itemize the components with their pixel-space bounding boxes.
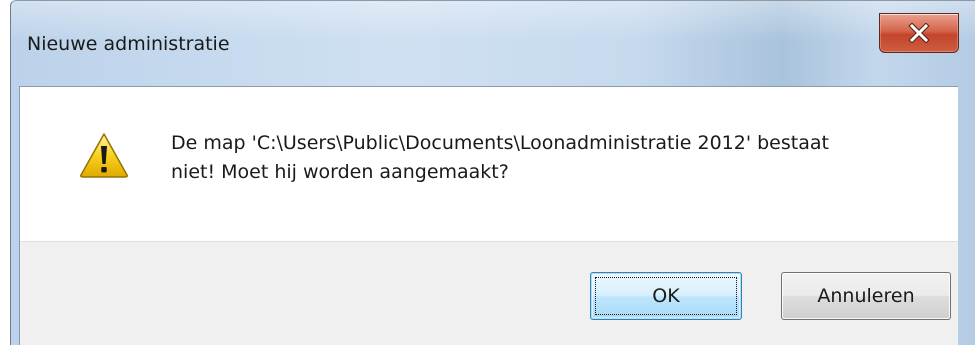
ok-button-label: OK xyxy=(652,285,680,307)
message-area: De map 'C:\Users\Public\Documents\Loonad… xyxy=(20,87,958,241)
message-text: De map 'C:\Users\Public\Documents\Loonad… xyxy=(171,129,931,187)
ok-button[interactable]: OK xyxy=(590,272,742,320)
cancel-button-label: Annuleren xyxy=(817,285,915,307)
message-line-2: niet! Moet hij worden aangemaakt? xyxy=(171,161,509,183)
title-bar[interactable]: Nieuwe administratie xyxy=(11,1,975,85)
close-icon xyxy=(880,14,958,52)
dialog-body: De map 'C:\Users\Public\Documents\Loonad… xyxy=(19,86,958,345)
window-title: Nieuwe administratie xyxy=(27,33,230,55)
warning-icon xyxy=(78,131,130,179)
cancel-button[interactable]: Annuleren xyxy=(781,272,951,320)
message-line-1: De map 'C:\Users\Public\Documents\Loonad… xyxy=(171,132,829,154)
dialog-window: Nieuwe administratie De map 'C:\Users\Pu… xyxy=(10,0,975,345)
close-button[interactable] xyxy=(879,13,959,53)
button-area: OK Annuleren xyxy=(20,241,958,345)
